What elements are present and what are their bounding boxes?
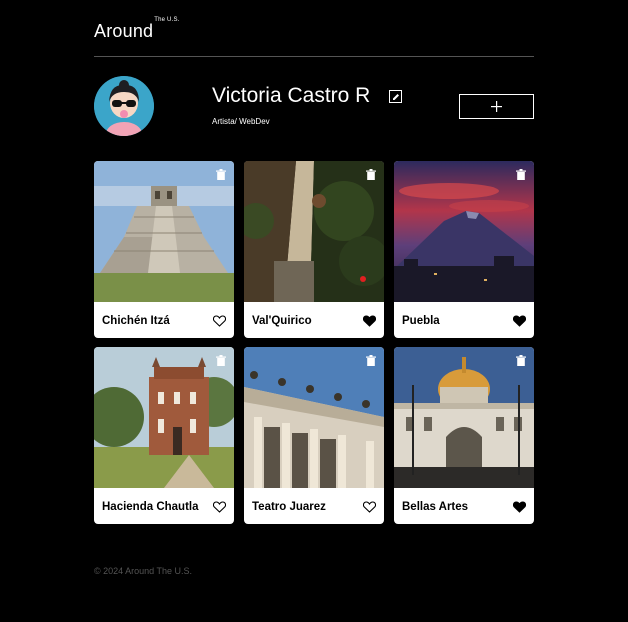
trash-icon[interactable] — [216, 169, 226, 180]
plus-icon — [491, 101, 502, 112]
footer: © 2024 Around The U.S. — [94, 566, 192, 576]
profile: Victoria Castro R Artista/ WebDev — [94, 76, 534, 138]
place-caption: Chichén Itzá — [102, 311, 226, 331]
place-card: Chichén Itzá — [94, 161, 234, 338]
heart-icon[interactable] — [513, 315, 526, 327]
place-card: Hacienda Chautla — [94, 347, 234, 524]
heart-icon[interactable] — [513, 501, 526, 513]
heart-icon[interactable] — [213, 315, 226, 327]
copyright: © 2024 Around The U.S. — [94, 566, 193, 576]
logo-sup: The U.S. — [154, 17, 180, 23]
logo[interactable]: AroundThe U.S. — [94, 17, 180, 41]
place-caption: Val'Quirico — [252, 311, 376, 331]
trash-icon[interactable] — [366, 169, 376, 180]
logo-main: Around — [94, 21, 154, 41]
edit-profile-button[interactable] — [389, 90, 402, 103]
place-image[interactable] — [244, 347, 384, 488]
place-caption: Hacienda Chautla — [102, 497, 226, 517]
place-caption: Bellas Artes — [402, 497, 526, 517]
header: AroundThe U.S. — [94, 16, 534, 57]
trash-icon[interactable] — [216, 355, 226, 366]
heart-icon[interactable] — [363, 315, 376, 327]
avatar[interactable] — [94, 76, 154, 136]
place-image[interactable] — [244, 161, 384, 302]
profile-role: Artista/ WebDev — [212, 117, 270, 126]
place-card: Teatro Juarez — [244, 347, 384, 524]
place-title: Teatro Juarez — [252, 501, 326, 513]
trash-icon[interactable] — [516, 169, 526, 180]
place-title: Hacienda Chautla — [102, 501, 199, 513]
place-caption: Puebla — [402, 311, 526, 331]
place-caption: Teatro Juarez — [252, 497, 376, 517]
place-card: Bellas Artes — [394, 347, 534, 524]
place-card: Val'Quirico — [244, 161, 384, 338]
place-title: Val'Quirico — [252, 315, 312, 327]
heart-icon[interactable] — [363, 501, 376, 513]
place-image[interactable] — [94, 161, 234, 302]
place-image[interactable] — [394, 347, 534, 488]
place-title: Puebla — [402, 315, 440, 327]
place-title: Chichén Itzá — [102, 315, 170, 327]
profile-name: Victoria Castro R — [212, 84, 371, 107]
place-title: Bellas Artes — [402, 501, 469, 513]
add-place-button[interactable] — [459, 94, 534, 119]
heart-icon[interactable] — [213, 501, 226, 513]
place-image[interactable] — [394, 161, 534, 302]
place-image[interactable] — [94, 347, 234, 488]
trash-icon[interactable] — [366, 355, 376, 366]
trash-icon[interactable] — [516, 355, 526, 366]
avatar-illustration — [94, 76, 154, 136]
edit-icon — [392, 93, 399, 100]
place-card: Puebla — [394, 161, 534, 338]
